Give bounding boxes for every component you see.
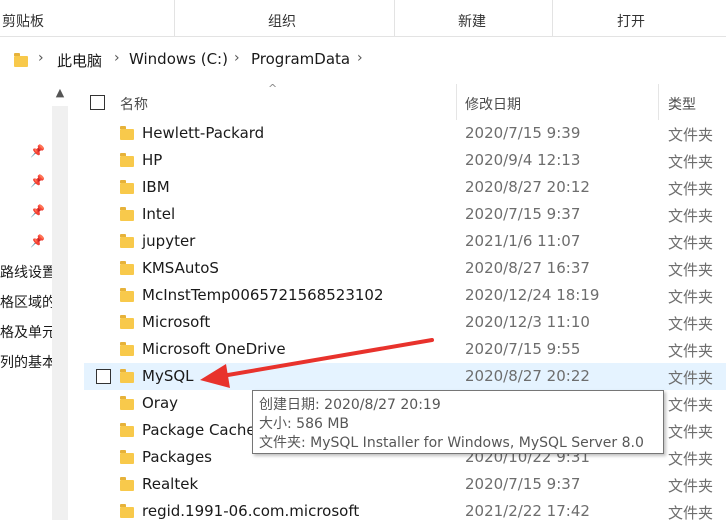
tooltip-size: 大小: 586 MB [259, 416, 350, 432]
annotation-arrow-shaft [220, 338, 434, 378]
annotation-arrow-head [200, 364, 230, 388]
folder-info-tooltip: 创建日期: 2020/8/27 20:19 大小: 586 MB 文件夹: My… [252, 390, 664, 454]
tooltip-created-date: 创建日期: 2020/8/27 20:19 [259, 397, 441, 413]
tooltip-folders: 文件夹: MySQL Installer for Windows, MySQL … [259, 435, 644, 451]
